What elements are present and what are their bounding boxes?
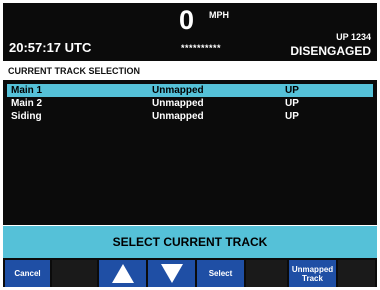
- cancel-button[interactable]: Cancel: [5, 260, 50, 287]
- track-direction: UP: [285, 85, 299, 96]
- speed-unit: MPH: [209, 10, 229, 20]
- section-title: CURRENT TRACK SELECTION: [8, 66, 140, 76]
- up-arrow-icon: [111, 264, 134, 283]
- track-mapping: Unmapped: [152, 85, 204, 96]
- track-name: Main 1: [11, 85, 43, 96]
- softkey-bar: Cancel Select Unmapped Track: [3, 258, 377, 287]
- speed-value: 0: [179, 5, 195, 35]
- train-id: UP 1234: [336, 32, 371, 42]
- empty-softkey: [246, 260, 287, 287]
- track-row-main-1[interactable]: Main 1 Unmapped UP: [7, 84, 373, 97]
- track-direction: UP: [285, 111, 299, 122]
- empty-softkey: [338, 260, 375, 287]
- track-list: Main 1 Unmapped UP Main 2 Unmapped UP Si…: [3, 80, 377, 225]
- masked-field: **********: [181, 43, 222, 53]
- track-mapping: Unmapped: [152, 111, 204, 122]
- select-button[interactable]: Select: [197, 260, 244, 287]
- unmapped-label-line1: Unmapped: [291, 264, 334, 274]
- track-row-main-2[interactable]: Main 2 Unmapped UP: [7, 97, 373, 110]
- unmapped-track-button[interactable]: Unmapped Track: [289, 260, 336, 287]
- scroll-up-button[interactable]: [99, 260, 146, 287]
- clock-time: 20:57:17 UTC: [9, 40, 92, 55]
- empty-softkey: [52, 260, 97, 287]
- track-name: Main 2: [11, 98, 43, 109]
- scroll-down-button[interactable]: [148, 260, 195, 287]
- prompt-banner: SELECT CURRENT TRACK: [3, 226, 377, 258]
- track-direction: UP: [285, 98, 299, 109]
- status-header: 0 MPH 20:57:17 UTC ********** UP 1234 DI…: [3, 3, 377, 61]
- track-mapping: Unmapped: [152, 98, 204, 109]
- track-name: Siding: [11, 111, 42, 122]
- engagement-status: DISENGAGED: [290, 44, 371, 58]
- track-row-siding[interactable]: Siding Unmapped UP: [7, 110, 373, 123]
- unmapped-label-line2: Track: [302, 273, 323, 283]
- down-arrow-icon: [160, 264, 183, 283]
